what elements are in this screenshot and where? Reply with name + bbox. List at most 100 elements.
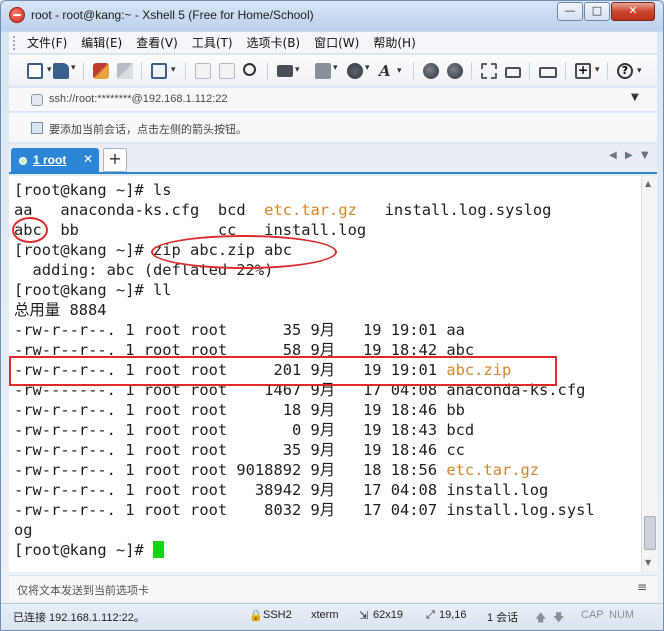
session-count-status: 1 会话 <box>487 612 519 624</box>
highlighted-filename: abc.zip <box>446 361 512 379</box>
terminal-text: -rw-r--r--. 1 root root 201 9月 19 19:01 <box>14 361 447 379</box>
scroll-down-icon[interactable]: ▼ <box>645 558 651 567</box>
menu-bar: 文件(F) 编辑(E) 查看(V) 工具(T) 选项卡(B) 窗口(W) 帮助(… <box>9 32 657 54</box>
hint-text: 要添加当前会话，点击左侧的箭头按钮。 <box>49 123 247 136</box>
paste-icon[interactable] <box>219 63 235 79</box>
num-lock-indicator: NUM <box>609 609 635 621</box>
add-tab-button[interactable]: + <box>103 148 127 172</box>
highlighted-filename: etc.tar.gz <box>446 461 540 479</box>
address-input[interactable]: ssh://root:********@192.168.1.112:22 <box>49 93 228 105</box>
terminal-cursor <box>153 541 164 558</box>
protocol-status: SSH2 <box>263 609 292 621</box>
terminal-line: [root@kang ~]# ls <box>14 180 172 200</box>
menu-tabs[interactable]: 选项卡(B) <box>247 34 301 51</box>
terminal-text: [root@kang ~]# ls <box>14 181 172 199</box>
terminal-line: [root@kang ~]# zip abc.zip abc <box>14 240 292 260</box>
title-bar[interactable]: root - root@kang:~ - Xshell 5 (Free for … <box>1 1 663 31</box>
print-icon[interactable] <box>277 65 300 77</box>
terminal-line: -rw-r--r--. 1 root root 58 9月 19 18:42 a… <box>14 340 474 360</box>
font-icon[interactable]: A <box>379 63 402 79</box>
copy-icon[interactable] <box>195 63 211 79</box>
xshell-window: root - root@kang:~ - Xshell 5 (Free for … <box>0 0 664 631</box>
help-icon[interactable]: ? <box>617 63 642 79</box>
resize-icon: ⇲ <box>359 610 369 622</box>
toolbar-separator <box>185 62 186 80</box>
menu-grip-icon <box>13 36 16 50</box>
tab-close-icon[interactable]: ✕ <box>83 152 93 166</box>
terminal-text: -rw-r--r--. 1 root root 18 9月 19 18:46 b… <box>14 401 465 419</box>
toolbar-separator <box>529 62 530 80</box>
globe-icon[interactable] <box>347 63 370 79</box>
terminal-text: aa anaconda-ks.cfg bcd <box>14 201 265 219</box>
new-tab-icon[interactable]: + <box>575 63 600 79</box>
compose-menu-icon[interactable]: ≡ <box>637 580 647 594</box>
menu-file[interactable]: 文件(F) <box>27 34 67 51</box>
menu-help[interactable]: 帮助(H) <box>373 34 415 51</box>
disconnect-icon[interactable] <box>93 63 109 79</box>
close-button[interactable]: ✕ <box>611 2 655 21</box>
terminal-text: [root@kang ~]# zip abc.zip abc <box>14 241 292 259</box>
tab-bar: 1 root ✕ + ◀ ▶ ▼ <box>9 144 657 174</box>
terminal-line: -rw-r--r--. 1 root root 8032 9月 17 04:07… <box>14 500 595 520</box>
terminal-output[interactable]: [root@kang ~]# ls aa anaconda-ks.cfg bcd … <box>9 176 641 572</box>
lock-icon[interactable] <box>505 67 521 78</box>
status-bar: 已连接 192.168.1.112:22。 🔒 SSH2 xterm ⇲ 62x… <box>1 603 663 630</box>
new-session-icon[interactable] <box>27 63 52 79</box>
tab-label: 1 root <box>33 153 67 167</box>
tab-root[interactable]: 1 root ✕ <box>11 148 99 174</box>
chevron-down-icon[interactable]: ▼ <box>631 92 639 103</box>
terminal-text: -rw-r--r--. 1 root root 35 9月 19 19:01 a… <box>14 321 465 339</box>
toolbar-separator <box>267 62 268 80</box>
terminal-line: adding: abc (deflated 22%) <box>14 260 274 280</box>
reconnect-icon[interactable] <box>117 63 133 79</box>
tab-scroll-right-icon[interactable]: ▶ <box>625 150 633 161</box>
terminal-line: [root@kang ~]# <box>14 540 164 560</box>
session-address-icon <box>31 94 43 106</box>
menu-tools[interactable]: 工具(T) <box>192 34 233 51</box>
lock-icon: 🔒 <box>249 610 263 622</box>
menu-edit[interactable]: 编辑(E) <box>81 34 122 51</box>
toolbar-separator <box>83 62 84 80</box>
send-to-tab-input[interactable]: 仅将文本发送到当前选项卡 <box>17 582 149 598</box>
xmanager-icon[interactable] <box>447 63 463 79</box>
maximize-button[interactable]: □ <box>584 2 610 21</box>
terminal-size-status: 62x19 <box>373 609 403 621</box>
menu-window[interactable]: 窗口(W) <box>314 34 359 51</box>
terminal-text: adding: abc (deflated 22%) <box>14 261 274 279</box>
terminal-line: -rw-r--r--. 1 root root 35 9月 19 18:46 c… <box>14 440 465 460</box>
terminal-text: -rw-------. 1 root root 1467 9月 17 04:08… <box>14 381 586 399</box>
caps-lock-indicator: CAP <box>581 609 604 621</box>
cursor-position-status: 19,16 <box>439 609 467 621</box>
terminal-line: 总用量 8884 <box>14 300 107 320</box>
terminal-text: -rw-r--r--. 1 root root 9018892 9月 18 18… <box>14 461 447 479</box>
connection-status: 已连接 192.168.1.112:22。 <box>13 612 145 624</box>
menu-view[interactable]: 查看(V) <box>136 34 178 51</box>
xftp-icon[interactable] <box>423 63 439 79</box>
properties-icon[interactable] <box>151 63 176 79</box>
scroll-thumb[interactable] <box>644 516 656 550</box>
terminal-line: aa anaconda-ks.cfg bcd etc.tar.gz instal… <box>14 200 551 220</box>
terminal-line: -rw-r--r--. 1 root root 18 9月 19 18:46 b… <box>14 400 465 420</box>
terminal-line: abc bb cc install.log <box>14 220 366 240</box>
terminal-text: [root@kang ~]# ll <box>14 281 172 299</box>
terminal-scrollbar[interactable]: ▲ ▼ <box>641 176 657 572</box>
transfer-icon[interactable] <box>315 63 338 79</box>
toolbar-separator <box>565 62 566 80</box>
terminal-text: -rw-r--r--. 1 root root 58 9月 19 18:42 a… <box>14 341 475 359</box>
terminal-text: -rw-r--r--. 1 root root 35 9月 19 18:46 c… <box>14 441 465 459</box>
add-session-arrow-icon[interactable] <box>31 122 43 134</box>
tab-scroll-left-icon[interactable]: ◀ <box>609 150 617 161</box>
minimize-button[interactable]: — <box>557 2 583 21</box>
download-arrow-icon: 🡇 <box>553 612 565 624</box>
fullscreen-icon[interactable] <box>481 63 497 79</box>
address-bar: ssh://root:********@192.168.1.112:22 ▼ <box>9 88 657 112</box>
terminal-line: og <box>14 520 33 540</box>
keyboard-icon[interactable] <box>539 67 557 78</box>
terminal-line: [root@kang ~]# ll <box>14 280 172 300</box>
upload-arrow-icon: 🡅 <box>535 612 547 624</box>
tab-list-icon[interactable]: ▼ <box>641 150 649 161</box>
scroll-up-icon[interactable]: ▲ <box>645 179 651 188</box>
session-hint-bar: 要添加当前会话，点击左侧的箭头按钮。 <box>9 113 657 143</box>
find-icon[interactable] <box>243 63 256 76</box>
open-folder-icon[interactable] <box>53 63 76 79</box>
